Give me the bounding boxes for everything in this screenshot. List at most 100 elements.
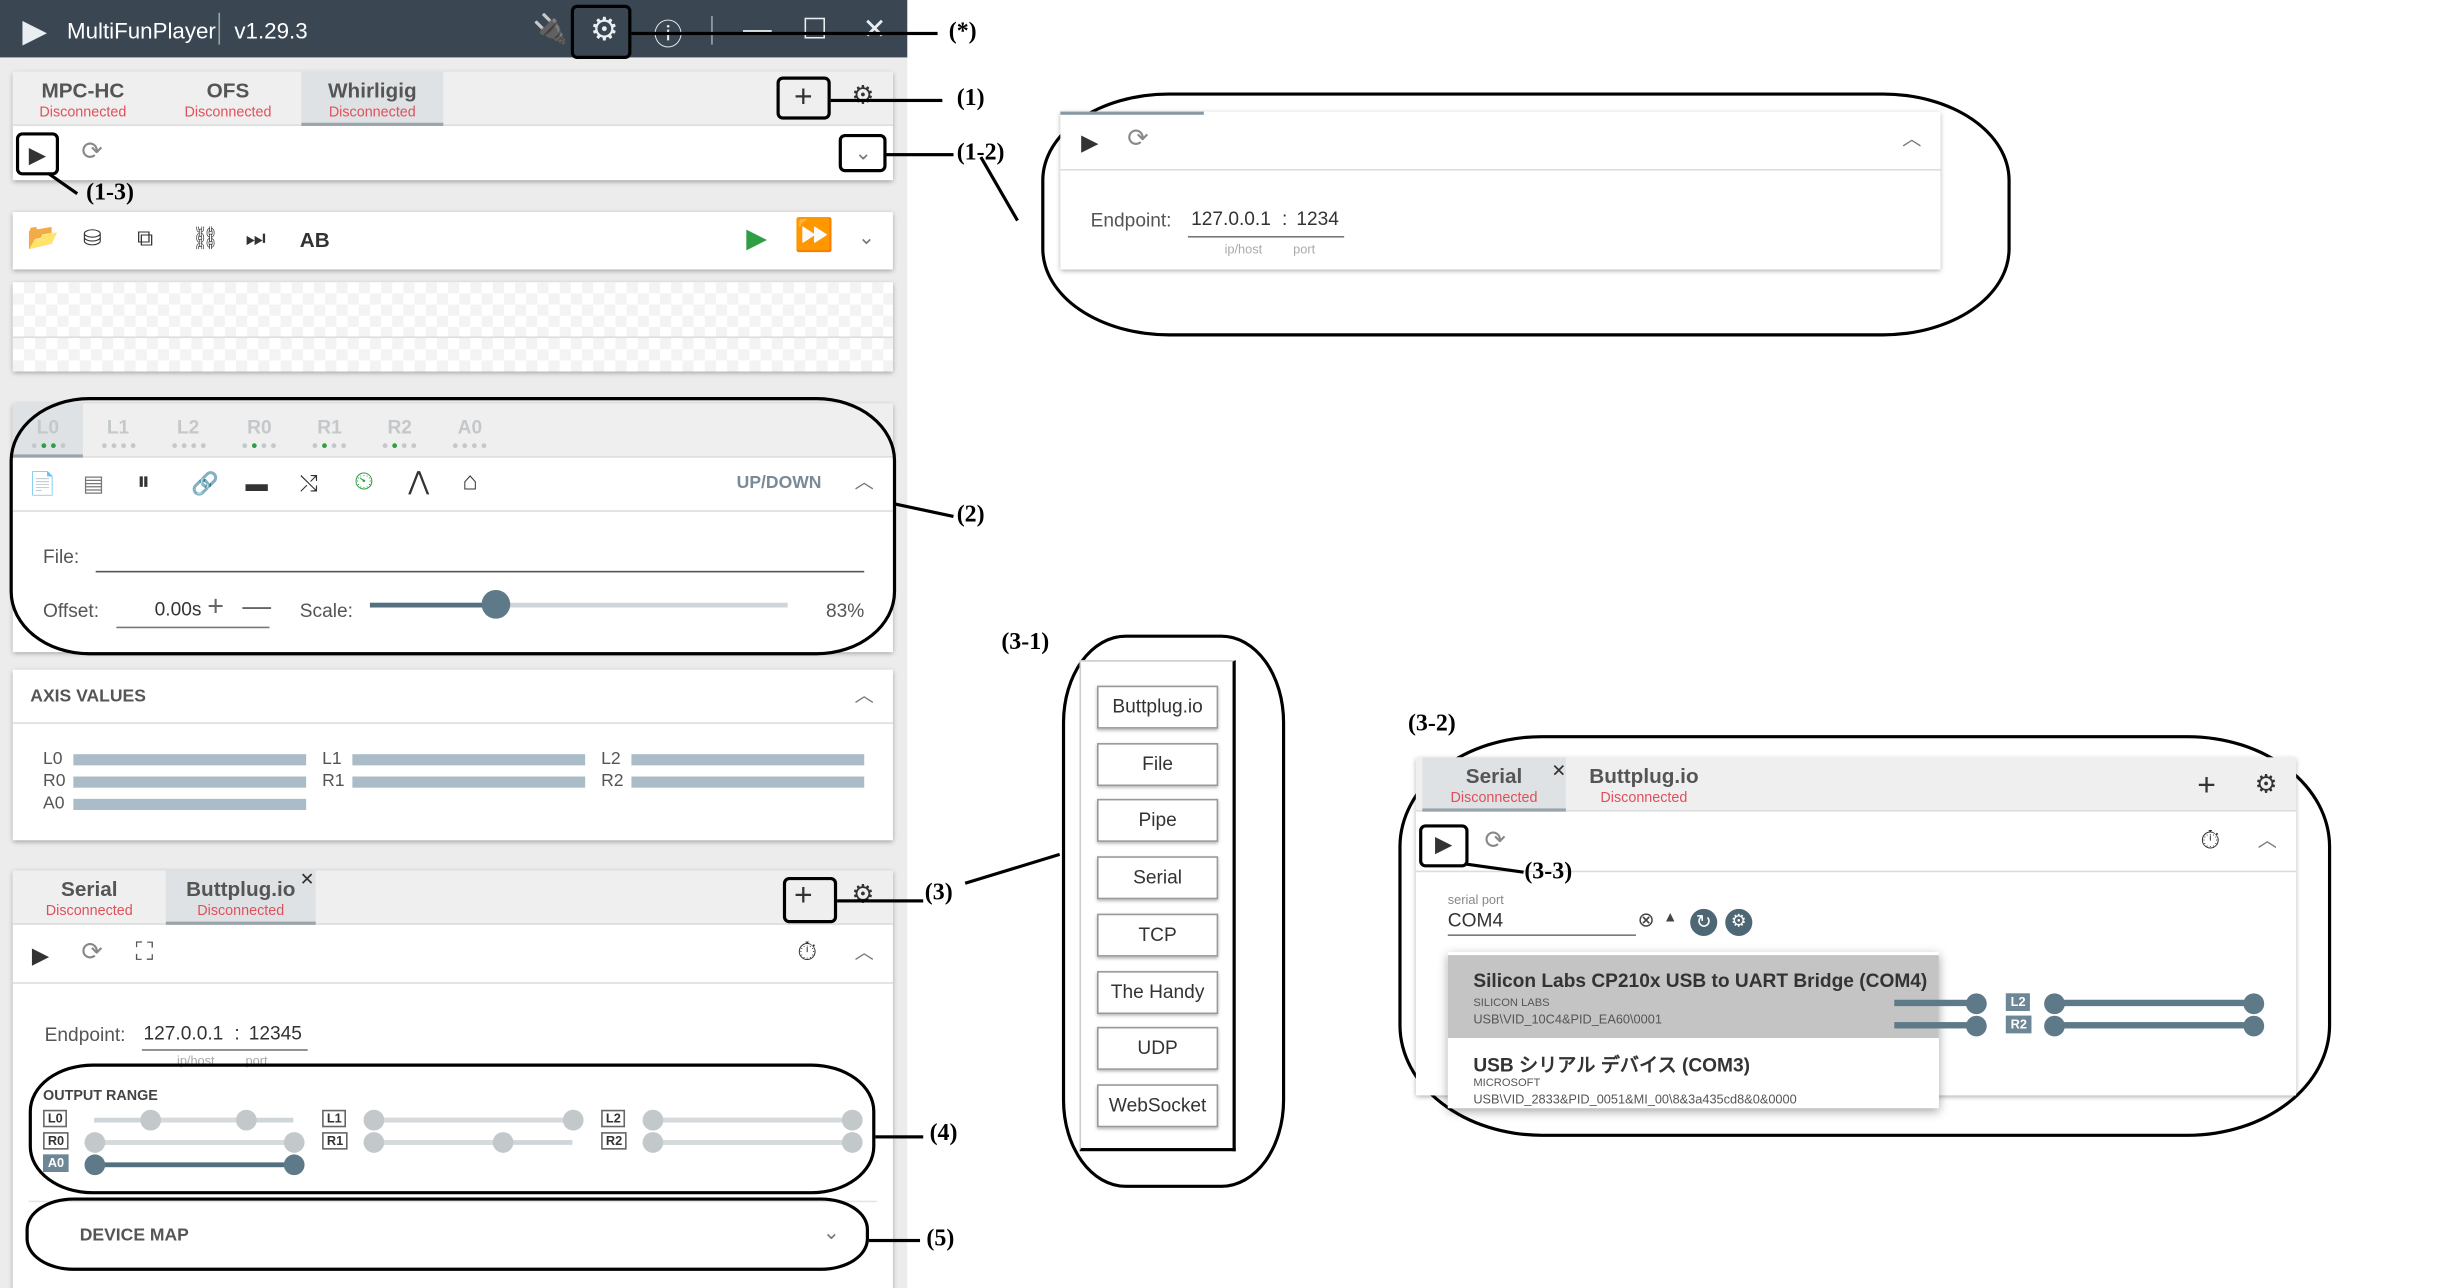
serial-output-card: Serial Disconnected ✕ Buttplug.io Discon… (1415, 757, 2297, 1109)
auto-connect-icon[interactable]: ⟳ (81, 940, 102, 967)
highlight-box (776, 76, 831, 120)
highlight-box (1419, 824, 1469, 868)
output-menu-item[interactable]: Pipe (1097, 799, 1219, 843)
play-script-icon[interactable]: ▶ (746, 225, 767, 252)
auto-connect-icon[interactable]: ⟳ (1127, 127, 1148, 154)
close-tab-icon[interactable]: ✕ (1551, 763, 1566, 782)
endpoint-port[interactable]: 1234 (1296, 207, 1339, 229)
library-search-icon[interactable]: ⛁ (83, 226, 102, 248)
highlight-box (570, 4, 632, 59)
add-output-icon[interactable]: + (2197, 770, 2216, 802)
title-divider (711, 15, 713, 45)
output-menu-item[interactable]: Serial (1097, 856, 1219, 900)
rail-thumb[interactable] (2243, 993, 2265, 1015)
tab-serial[interactable]: Serial Disconnected (1422, 757, 1566, 812)
output-menu-item[interactable]: File (1097, 742, 1219, 786)
axis-value-bar (631, 776, 865, 788)
output-settings-icon[interactable]: ⚙ (2255, 773, 2278, 799)
tab-status: Disconnected (328, 103, 416, 120)
plugin-icon[interactable]: 🔌 (533, 13, 569, 46)
tab-whirligig[interactable]: Whirligig Disconnected (301, 71, 444, 126)
chevron-up-icon[interactable]: ︿ (2258, 831, 2277, 850)
output-menu-item[interactable]: UDP (1097, 1027, 1219, 1071)
range-axis-badge: L2 (2005, 993, 2031, 1011)
timer-settings-icon[interactable]: ⏱ (797, 940, 817, 967)
axis-values-title: AXIS VALUES (30, 687, 146, 707)
rail (1894, 1022, 1978, 1029)
scan-icon[interactable]: ⛶ (136, 940, 154, 967)
axis-value-bar (73, 798, 307, 811)
auto-connect-icon[interactable]: ⟳ (1484, 828, 1505, 855)
output-settings-icon[interactable]: ⚙ (851, 883, 874, 909)
minimize-button[interactable]: — (743, 13, 772, 46)
endpoint-host[interactable]: 127.0.0.1 (144, 1022, 224, 1044)
output-menu-item[interactable]: TCP (1097, 913, 1219, 957)
divider (12, 336, 893, 339)
callout-line (869, 1238, 921, 1242)
divider (1060, 169, 1941, 171)
callout-line (964, 852, 1060, 885)
rail (1894, 999, 1978, 1007)
source-settings-icon[interactable]: ⚙ (851, 84, 874, 111)
port-settings-icon[interactable]: ⚙ (1725, 908, 1753, 936)
highlight-ellipse (25, 1197, 870, 1271)
rail-thumb[interactable] (1966, 1015, 1987, 1037)
dropdown-option-selected[interactable]: Silicon Labs CP210x USB to UART Bridge (… (1447, 955, 1939, 1039)
annotation-label: (1) (956, 86, 985, 112)
serial-port-dropdown: Silicon Labs CP210x USB to UART Bridge (… (1447, 951, 1939, 1109)
timer-settings-icon[interactable]: ⏱ (2200, 828, 2220, 855)
rail-thumb[interactable] (2044, 1015, 2065, 1037)
close-tab-icon[interactable]: ✕ (300, 871, 315, 890)
tab-buttplug[interactable]: Buttplug.io Disconnected (1572, 757, 1716, 811)
tab-label: Buttplug.io (186, 876, 296, 901)
output-menu-item[interactable]: Buttplug.io (1097, 685, 1219, 729)
clear-icon[interactable]: ⊗ (1638, 909, 1655, 930)
tab-mpc-hc[interactable]: MPC-HC Disconnected (19, 72, 147, 126)
chevron-up-icon[interactable]: ︿ (855, 686, 874, 705)
play-icon[interactable]: ▶ (32, 944, 49, 966)
callout-line (631, 31, 938, 35)
dropdown-option[interactable]: USB シリアル デバイス (COM3) MICROSOFT USB\VID_2… (1447, 1041, 1939, 1109)
endpoint-host[interactable]: 127.0.0.1 (1191, 207, 1271, 229)
tab-ofs[interactable]: OFS Disconnected (159, 72, 296, 126)
auto-skip-icon[interactable]: ⏩ (794, 220, 834, 252)
ab-repeat-button[interactable]: AB (300, 228, 330, 252)
rail-thumb[interactable] (1966, 993, 1987, 1015)
option-id: USB\VID_2833&PID_0051&MI_00\8&3a435cd8&0… (1473, 1092, 1797, 1107)
axis-value-label: R1 (322, 771, 345, 791)
close-button[interactable]: ✕ (863, 13, 887, 46)
play-icon[interactable]: ▶ (1081, 131, 1098, 153)
callout-line (837, 899, 924, 902)
rail-thumb[interactable] (2044, 993, 2065, 1015)
auto-connect-icon[interactable]: ⟳ (81, 140, 102, 166)
annotation-label: (2) (956, 502, 985, 528)
option-id: USB\VID_10C4&PID_EA60\0001 (1473, 1012, 1662, 1027)
annotation-label: (1-3) (86, 180, 134, 206)
tab-label: MPC-HC (41, 78, 125, 103)
copy-icon[interactable]: ⧉ (137, 226, 153, 248)
serial-port-value[interactable]: COM4 (1448, 909, 1503, 931)
annotation-label: (3-2) (1407, 711, 1456, 737)
annotation-label: (4) (929, 1120, 958, 1147)
tab-serial[interactable]: Serial Disconnected (19, 871, 159, 925)
axis-value-bar (73, 776, 307, 788)
output-menu-item[interactable]: The Handy (1097, 970, 1219, 1014)
skip-forward-icon[interactable]: ⏭ (246, 226, 266, 248)
maximize-button[interactable]: ☐ (802, 13, 828, 46)
refresh-icon[interactable]: ↻ (1690, 908, 1718, 936)
link-icon[interactable]: ⛓ (191, 226, 219, 248)
chevron-up-icon[interactable]: ︿ (855, 942, 874, 961)
tab-buttplug[interactable]: Buttplug.io Disconnected (165, 870, 316, 925)
output-menu-item[interactable]: WebSocket (1097, 1084, 1219, 1128)
port-hint: port (1293, 242, 1316, 257)
open-folder-icon[interactable]: 📂 (27, 226, 59, 252)
endpoint-port[interactable]: 12345 (249, 1022, 302, 1044)
axis-value-bar (352, 754, 586, 766)
chevron-up-icon[interactable]: ︿ (1902, 129, 1921, 148)
dropdown-arrow-icon[interactable]: ▲ (1663, 910, 1677, 924)
highlight-ellipse (28, 1063, 876, 1195)
option-maker: SILICON LABS (1473, 998, 1550, 1010)
chevron-down-icon[interactable]: ⌄ (858, 226, 875, 247)
rail-thumb[interactable] (2243, 1015, 2265, 1037)
endpoint-separator: : (1281, 207, 1288, 230)
